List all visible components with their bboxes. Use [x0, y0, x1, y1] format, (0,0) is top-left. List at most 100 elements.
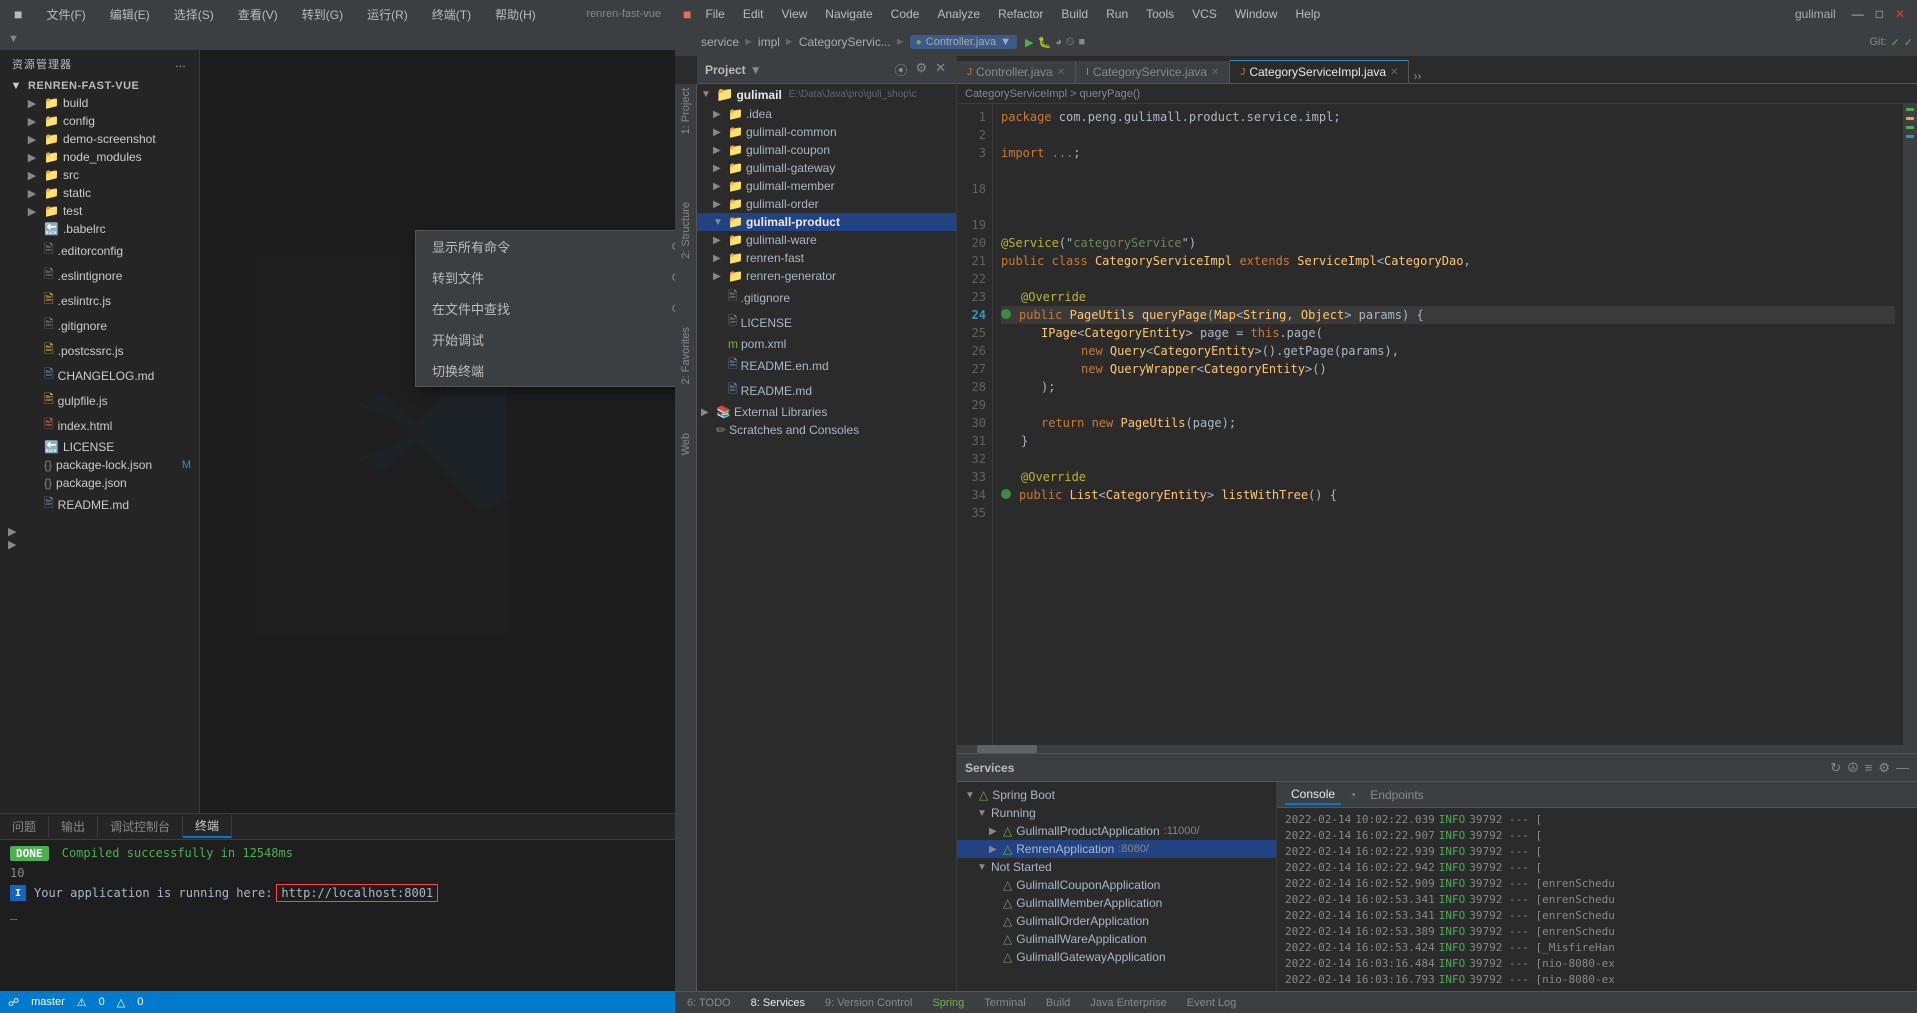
ij-menu-run[interactable]: Run: [1098, 5, 1136, 23]
stop-btn[interactable]: ■: [1078, 36, 1085, 49]
category-breadcrumb[interactable]: CategoryServic...: [799, 35, 891, 49]
console-tab-console[interactable]: Console: [1285, 785, 1341, 805]
status-services[interactable]: 8: Services: [747, 997, 809, 1009]
ij-menu-view[interactable]: View: [774, 5, 816, 23]
vscode-menu-goto[interactable]: 转到(G): [296, 4, 349, 25]
explorer-menu-icon[interactable]: …: [175, 58, 187, 70]
context-goto-file[interactable]: 转到文件 Ctrl...: [416, 262, 675, 293]
vscode-menu-run[interactable]: 运行(R): [361, 4, 414, 25]
filter-icon[interactable]: ☮: [1847, 760, 1859, 776]
tree-product[interactable]: ▼ 📁 gulimall-product: [697, 213, 956, 231]
status-build[interactable]: Build: [1042, 997, 1074, 1009]
status-vcs[interactable]: 9: Version Control: [821, 997, 916, 1009]
git-checkmark2[interactable]: ✓: [1904, 36, 1913, 49]
sidebar-item-nodemodules[interactable]: ▶ 📁 node_modules: [0, 148, 199, 166]
tree-scratches[interactable]: ✏ Scratches and Consoles: [697, 421, 956, 439]
context-start-debug[interactable]: 开始调试 F5: [416, 324, 675, 355]
svc-member[interactable]: △ GulimallMemberApplication: [957, 894, 1276, 912]
vscode-menu-edit[interactable]: 编辑(E): [104, 4, 156, 25]
sidebar-item-editorconfig[interactable]: 🖹 .editorconfig: [0, 238, 199, 263]
context-find-in-files[interactable]: 在文件中查找 Ctrl...: [416, 293, 675, 324]
console-tab-endpoints[interactable]: Endpoints: [1364, 786, 1429, 804]
tree-readme-en[interactable]: 🖹 README.en.md: [697, 353, 956, 378]
project-strip-label[interactable]: 1: Project: [680, 88, 692, 134]
svc-gateway[interactable]: △ GulimallGatewayApplication: [957, 948, 1276, 966]
svc-springboot[interactable]: ▼ △ Spring Boot: [957, 786, 1276, 804]
ij-menu-refactor[interactable]: Refactor: [990, 5, 1051, 23]
sidebar-item-build[interactable]: ▶ 📁 build: [0, 94, 199, 112]
ij-menu-build[interactable]: Build: [1053, 5, 1096, 23]
project-dropdown-icon[interactable]: ▼: [750, 63, 762, 77]
sidebar-item-gitignore[interactable]: 🖹 .gitignore: [0, 313, 199, 338]
sidebar-item-license[interactable]: 🔙 LICENSE: [0, 438, 199, 456]
vscode-warn-count[interactable]: 0: [137, 996, 143, 1008]
status-todo[interactable]: 6: TODO: [683, 997, 735, 1009]
tree-pom[interactable]: m pom.xml: [697, 335, 956, 353]
tree-ware[interactable]: ▶ 📁 gulimall-ware: [697, 231, 956, 249]
group-icon[interactable]: ≡: [1865, 760, 1873, 776]
vscode-menu-select[interactable]: 选择(S): [168, 4, 220, 25]
tab-terminal[interactable]: 终端: [183, 815, 232, 838]
refresh-icon[interactable]: ↻: [1830, 760, 1841, 776]
favorites-strip-label[interactable]: 2: Favorites: [680, 327, 692, 384]
svc-ware[interactable]: △ GulimallWareApplication: [957, 930, 1276, 948]
status-event-log[interactable]: Event Log: [1183, 997, 1241, 1009]
tree-member[interactable]: ▶ 📁 gulimall-member: [697, 177, 956, 195]
close-panel-btn[interactable]: ✕: [933, 58, 948, 81]
tab-debug-console[interactable]: 调试控制台: [98, 816, 183, 837]
svc-not-started[interactable]: ▼ Not Started: [957, 858, 1276, 876]
ij-menu-vcs[interactable]: VCS: [1184, 5, 1225, 23]
ij-close-btn[interactable]: ✕: [1891, 7, 1909, 21]
run-config-selector[interactable]: ● Controller.java ▼: [910, 35, 1017, 49]
service-breadcrumb[interactable]: service: [701, 35, 739, 49]
vscode-error-count[interactable]: 0: [99, 996, 105, 1008]
vscode-menu-terminal[interactable]: 终端(T): [426, 4, 477, 25]
ij-menu-window[interactable]: Window: [1227, 5, 1286, 23]
web-strip-label[interactable]: Web: [680, 433, 692, 455]
svc-running[interactable]: ▼ Running: [957, 804, 1276, 822]
ij-menu-code[interactable]: Code: [883, 5, 928, 23]
svc-order[interactable]: △ GulimallOrderApplication: [957, 912, 1276, 930]
tab-categoryserviceimpl[interactable]: J CategoryServiceImpl.java ✕: [1230, 60, 1409, 83]
run-btn[interactable]: ▶: [1025, 36, 1033, 49]
ij-menu-edit[interactable]: Edit: [735, 5, 772, 23]
tree-idea[interactable]: ▶ 📁 .idea: [697, 105, 956, 123]
minimize-icon[interactable]: —: [1896, 760, 1909, 776]
ij-menu-analyze[interactable]: Analyze: [929, 5, 988, 23]
sidebar-item-indexhtml[interactable]: 🖹 index.html: [0, 413, 199, 438]
profile-btn[interactable]: ⏲: [1066, 36, 1075, 49]
sidebar-item-packagelock[interactable]: {} package-lock.json M: [0, 456, 199, 474]
impl-breadcrumb[interactable]: impl: [758, 35, 780, 49]
svc-renren[interactable]: ▶ △ RenrenApplication :8080/: [957, 840, 1276, 858]
svc-gulimall-product[interactable]: ▶ △ GulimallProductApplication :11000/: [957, 822, 1276, 840]
close-tab-icon[interactable]: ✕: [1211, 67, 1219, 78]
git-checkmark[interactable]: ✓: [1891, 36, 1900, 49]
debug-btn[interactable]: 🐛: [1037, 36, 1051, 49]
ij-menu-file[interactable]: File: [697, 5, 732, 23]
tree-root[interactable]: ▼ 📁 gulimail E:\Data\Java\pro\guli_shop\…: [697, 84, 956, 105]
tree-common[interactable]: ▶ 📁 gulimall-common: [697, 123, 956, 141]
close-tab-icon[interactable]: ✕: [1390, 67, 1398, 78]
context-show-commands[interactable]: 显示所有命令 Ctrl...: [416, 231, 675, 262]
tab-output[interactable]: 输出: [49, 816, 98, 837]
vscode-menu-file[interactable]: 文件(F): [40, 4, 91, 25]
outline-section[interactable]: ▶: [0, 525, 199, 538]
sidebar-item-gulpfile[interactable]: 🖹 gulpfile.js: [0, 388, 199, 413]
context-toggle-terminal[interactable]: 切换终端 Sh...: [416, 355, 675, 386]
sidebar-item-eslintrc[interactable]: 🖹 .eslintrc.js: [0, 288, 199, 313]
ij-maximize-btn[interactable]: □: [1872, 7, 1887, 21]
status-terminal[interactable]: Terminal: [980, 997, 1030, 1009]
ij-menu-tools[interactable]: Tools: [1138, 5, 1182, 23]
settings-icon[interactable]: ⚙: [1878, 760, 1890, 776]
ij-menu-help[interactable]: Help: [1288, 5, 1329, 23]
tab-categoryservice[interactable]: I CategoryService.java ✕: [1076, 61, 1230, 83]
structure-strip-label[interactable]: 2: Structure: [680, 202, 692, 259]
tree-gateway[interactable]: ▶ 📁 gulimall-gateway: [697, 159, 956, 177]
sidebar-item-babelrc[interactable]: 🔙 .babelrc: [0, 220, 199, 238]
sidebar-item-src[interactable]: ▶ 📁 src: [0, 166, 199, 184]
ij-menu-navigate[interactable]: Navigate: [817, 5, 880, 23]
status-java-ent[interactable]: Java Enterprise: [1086, 997, 1170, 1009]
editor-scrollbar[interactable]: [957, 745, 1917, 753]
terminal-body[interactable]: DONE Compiled successfully in 12548ms 10…: [0, 840, 675, 1013]
sidebar-root-item[interactable]: ▼ RENREN-FAST-VUE: [0, 78, 199, 94]
